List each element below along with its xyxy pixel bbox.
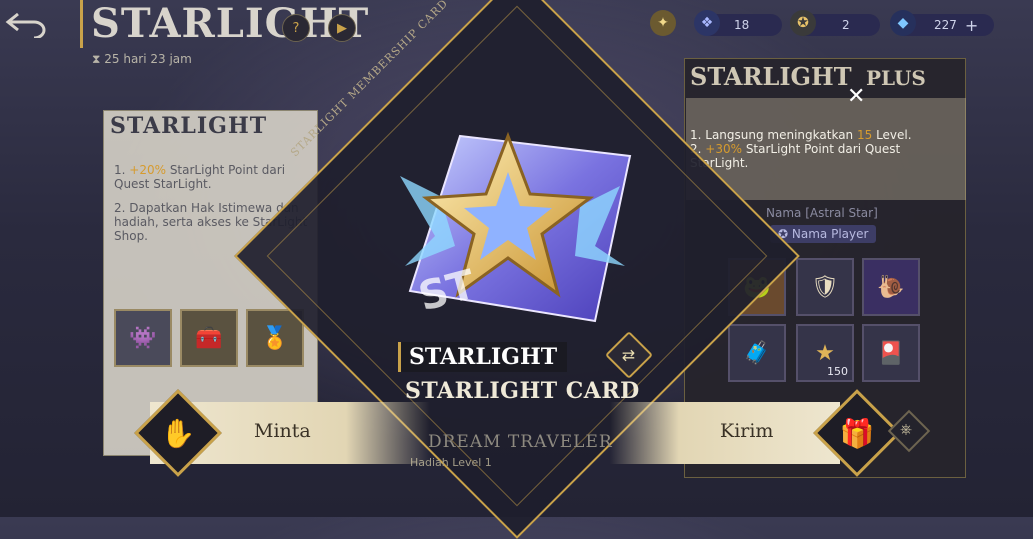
gift-card-icon: 🎁 bbox=[839, 416, 875, 450]
play-video-button[interactable]: ▶ bbox=[328, 14, 356, 42]
reward-item-chest[interactable]: 🧰 bbox=[180, 309, 238, 367]
question-icon: ? bbox=[292, 20, 300, 36]
tickets-icon: ✪ bbox=[790, 10, 816, 36]
item-count: 150 bbox=[827, 365, 848, 378]
page-title: STARLIGHT bbox=[80, 0, 369, 48]
request-label: Minta bbox=[254, 420, 311, 442]
starlight-panel-title: STARLIGHT bbox=[110, 113, 268, 139]
plus-item-2[interactable]: 🛡 bbox=[796, 258, 854, 316]
swap-icon: ⇄ bbox=[622, 345, 636, 365]
name-label: Nama [Astral Star] bbox=[766, 206, 878, 220]
medal-icon: 🏅 bbox=[261, 325, 289, 351]
player-name-tag: ✪ Nama Player bbox=[770, 225, 877, 243]
add-diamonds-icon[interactable]: + bbox=[965, 16, 978, 35]
hero-portrait-icon: 🛡 bbox=[811, 274, 839, 300]
close-icon[interactable]: ✕ bbox=[847, 84, 865, 109]
hand-star-icon: ✋ bbox=[160, 416, 196, 450]
star-icon: ★ bbox=[815, 340, 835, 366]
plus-perk-1: 1. Langsung meningkatkan 15 Level. bbox=[690, 128, 912, 142]
starlight-tag: STARLIGHT bbox=[398, 342, 568, 372]
send-banner[interactable]: Kirim bbox=[610, 402, 840, 464]
page-header: STARLIGHT bbox=[80, 0, 369, 48]
season-countdown: ⧗ 25 hari 23 jam bbox=[92, 52, 192, 66]
hourglass-icon: ⧗ bbox=[92, 52, 101, 66]
card-footer-text: DREAM TRAVELER bbox=[428, 432, 613, 452]
perk-1: 1. +20% StarLight Point dari Quest StarL… bbox=[114, 163, 286, 191]
chest-icon: 🧰 bbox=[195, 325, 223, 351]
starlight-card-art: ST bbox=[400, 131, 632, 323]
plus-perk-2: 2. +30% StarLight Point dari Quest StarL… bbox=[690, 142, 901, 170]
monster-icon: 👾 bbox=[129, 325, 157, 351]
starlight-plus-title: STARLIGHT PLUS bbox=[690, 62, 926, 91]
chest-icon: 🧳 bbox=[743, 340, 771, 366]
snail-icon: 🐌 bbox=[877, 274, 905, 300]
plus-item-3[interactable]: 🐌 bbox=[862, 258, 920, 316]
battle-points-icon: ❖ bbox=[694, 10, 720, 36]
back-arrow-icon bbox=[5, 12, 46, 40]
gift-icon: ⎈ bbox=[900, 420, 913, 438]
plus-item-5[interactable]: ★ 150 bbox=[796, 324, 854, 382]
play-icon: ▶ bbox=[337, 20, 347, 36]
starlight-badge-icon[interactable]: ✦ bbox=[650, 10, 676, 36]
reward-item-hero-skin[interactable]: 👾 bbox=[114, 309, 172, 367]
plus-item-6[interactable]: 🎴 bbox=[862, 324, 920, 382]
card-name: STARLIGHT CARD bbox=[405, 378, 640, 404]
card-icon: 🎴 bbox=[877, 340, 905, 366]
plus-item-4[interactable]: 🧳 bbox=[728, 324, 786, 382]
diamond-icon: ◆ bbox=[890, 10, 916, 36]
help-button[interactable]: ? bbox=[282, 14, 310, 42]
back-button[interactable] bbox=[4, 8, 48, 40]
send-label: Kirim bbox=[720, 420, 774, 442]
